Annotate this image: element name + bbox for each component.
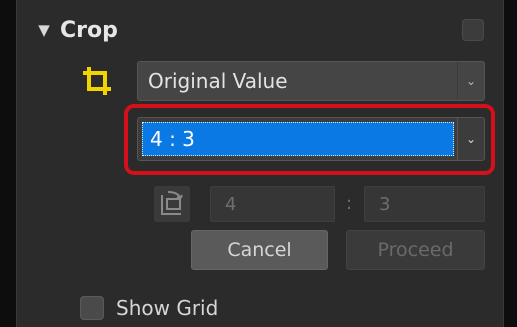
triangle-down-icon[interactable]: ▼ xyxy=(34,20,54,40)
show-grid-label[interactable]: Show Grid xyxy=(116,294,218,322)
crop-mode-value: Original Value xyxy=(148,69,288,93)
crop-icon xyxy=(83,67,111,95)
width-field[interactable]: 4 xyxy=(210,186,335,222)
crop-mode-select[interactable]: Original Value ⌄ xyxy=(137,61,485,101)
ratio-separator: : xyxy=(345,193,353,214)
section-title[interactable]: Crop xyxy=(60,17,118,45)
proceed-button[interactable]: Proceed xyxy=(346,230,485,270)
show-grid-checkbox[interactable] xyxy=(80,296,104,320)
height-field[interactable]: 3 xyxy=(364,186,485,222)
crop-enable-checkbox[interactable] xyxy=(462,19,484,41)
highlight-annotation xyxy=(124,104,495,175)
cancel-button[interactable]: Cancel xyxy=(191,230,328,270)
rotate-orientation-icon[interactable] xyxy=(154,186,190,222)
chevron-down-icon[interactable]: ⌄ xyxy=(457,62,484,100)
